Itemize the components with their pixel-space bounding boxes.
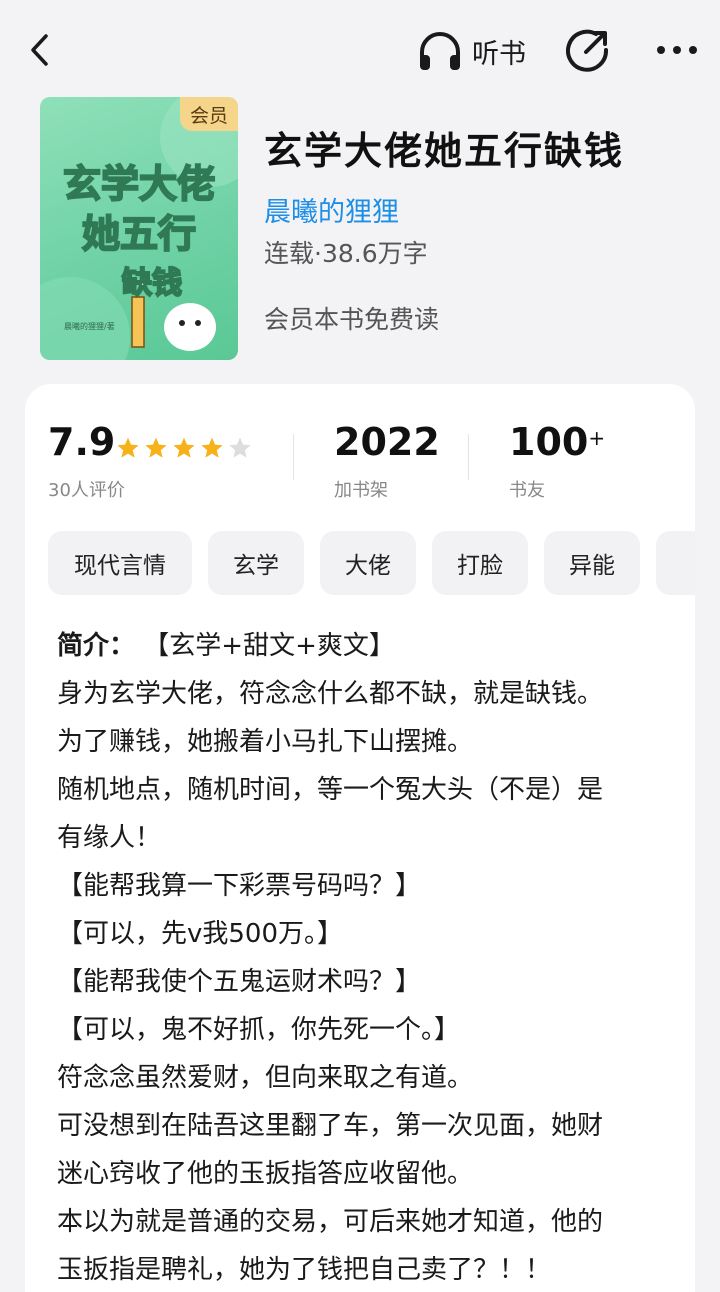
headphones-icon <box>420 32 460 70</box>
synopsis-line: 【能帮我使个五鬼运财术吗？】 <box>57 967 422 997</box>
synopsis-line: 玉扳指是聘礼，她为了钱把自己卖了？！！ <box>57 1255 552 1285</box>
tag-list: 现代言情 玄学 大佬 打脸 异能 <box>48 531 695 595</box>
synopsis-line: 本以为就是普通的交易，可后来她才知道，他的 <box>57 1207 604 1237</box>
more-dots-icon <box>657 46 697 54</box>
listen-button[interactable]: 听书 <box>416 26 526 76</box>
book-title: 玄学大佬她五行缺钱 <box>264 129 625 173</box>
listen-label: 听书 <box>472 38 526 70</box>
tag-boss[interactable]: 大佬 <box>320 531 416 595</box>
synopsis-line: 有缘人！ <box>57 823 162 853</box>
cover-title-line-1: 玄学大佬 <box>63 162 215 206</box>
star-empty-icon <box>229 437 251 458</box>
friends-plus: + <box>588 426 606 450</box>
star-filled-icon <box>145 437 167 458</box>
book-cover[interactable]: 玄学大佬 她五行 缺钱 晨曦的狸狸/著 会员 <box>40 97 238 360</box>
tag-modern-romance[interactable]: 现代言情 <box>48 531 192 595</box>
synopsis-line: 【可以，鬼不好抓，你先死一个。】 <box>57 1015 461 1045</box>
rating-stars <box>116 436 252 460</box>
friends-count: 100 <box>509 420 589 464</box>
tag-overflow[interactable] <box>656 531 695 595</box>
vip-free-note: 会员本书免费读 <box>264 305 440 334</box>
rating-score: 7.9 <box>48 420 116 464</box>
synopsis-line: 【能帮我算一下彩票号码吗？】 <box>57 871 422 901</box>
book-author-link[interactable]: 晨曦的狸狸 <box>264 190 399 229</box>
cover-art: 玄学大佬 她五行 缺钱 晨曦的狸狸/著 <box>40 97 238 360</box>
stat-divider <box>468 434 469 480</box>
top-bar: 听书 <box>0 0 720 100</box>
shelf-label: 加书架 <box>334 480 388 501</box>
synopsis-line: 身为玄学大佬，符念念什么都不缺，就是缺钱。 <box>57 679 604 709</box>
rating-count: 30人评价 <box>48 480 125 501</box>
synopsis-heading: 简介： 【玄学+甜文+爽文】 <box>57 622 667 670</box>
shelf-count: 2022 <box>334 420 440 464</box>
star-filled-icon <box>117 437 139 458</box>
synopsis-genre: 【玄学+甜文+爽文】 <box>143 631 395 661</box>
cover-title-line-3: 缺钱 <box>122 266 182 301</box>
friends-count-wrap[interactable]: 100+ <box>509 420 605 464</box>
synopsis-line: 符念念虽然爱财，但向来取之有道。 <box>57 1063 474 1093</box>
synopsis-line: 随机地点，随机时间，等一个冤大头（不是）是 <box>57 775 604 805</box>
share-button[interactable] <box>566 28 610 72</box>
back-button[interactable] <box>24 28 64 72</box>
synopsis: 简介： 【玄学+甜文+爽文】 身为玄学大佬，符念念什么都不缺，就是缺钱。 为了赚… <box>57 622 667 1292</box>
tag-metaphysics[interactable]: 玄学 <box>208 531 304 595</box>
tag-superpower[interactable]: 异能 <box>544 531 640 595</box>
cover-title-line-2: 她五行 <box>82 212 196 256</box>
synopsis-head-label: 简介： <box>57 631 136 661</box>
chevron-left-icon <box>31 34 48 66</box>
cover-author: 晨曦的狸狸/著 <box>64 321 115 331</box>
star-filled-icon <box>173 437 195 458</box>
stat-divider <box>293 434 294 480</box>
synopsis-line: 【可以，先v我500万。】 <box>57 919 344 949</box>
synopsis-line: 迷心窍收了他的玉扳指答应收留他。 <box>57 1159 474 1189</box>
book-status: 连载·38.6万字 <box>264 239 428 268</box>
synopsis-line: 为了赚钱，她搬着小马扎下山摆摊。 <box>57 727 474 757</box>
synopsis-line: 可没想到在陆吾这里翻了车，第一次见面，她财 <box>57 1111 604 1141</box>
star-filled-icon <box>201 437 223 458</box>
tag-face-slap[interactable]: 打脸 <box>432 531 528 595</box>
share-icon <box>566 29 609 72</box>
friends-label: 书友 <box>509 480 545 501</box>
vip-badge: 会员 <box>180 97 238 131</box>
more-button[interactable] <box>654 36 700 64</box>
